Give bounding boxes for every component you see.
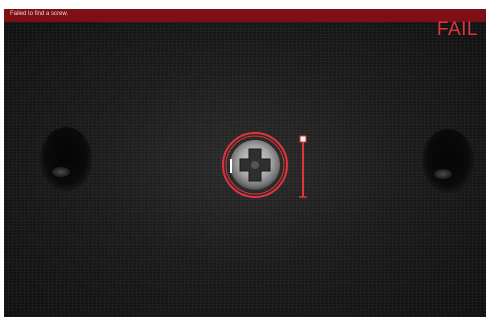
right-mounting-hole	[422, 129, 474, 193]
right-hole-reflection	[434, 169, 452, 179]
left-mounting-hole	[40, 127, 92, 191]
left-hole-reflection	[52, 167, 70, 177]
status-bar: Failed to find a screw.	[4, 9, 486, 22]
measurement-scale-icon	[299, 135, 307, 198]
status-message: Failed to find a screw.	[10, 11, 69, 17]
result-label: FAIL	[436, 19, 478, 40]
camera-viewport: Failed to find a screw. FAIL	[4, 9, 486, 317]
screw-inspection-overlay	[222, 132, 307, 198]
